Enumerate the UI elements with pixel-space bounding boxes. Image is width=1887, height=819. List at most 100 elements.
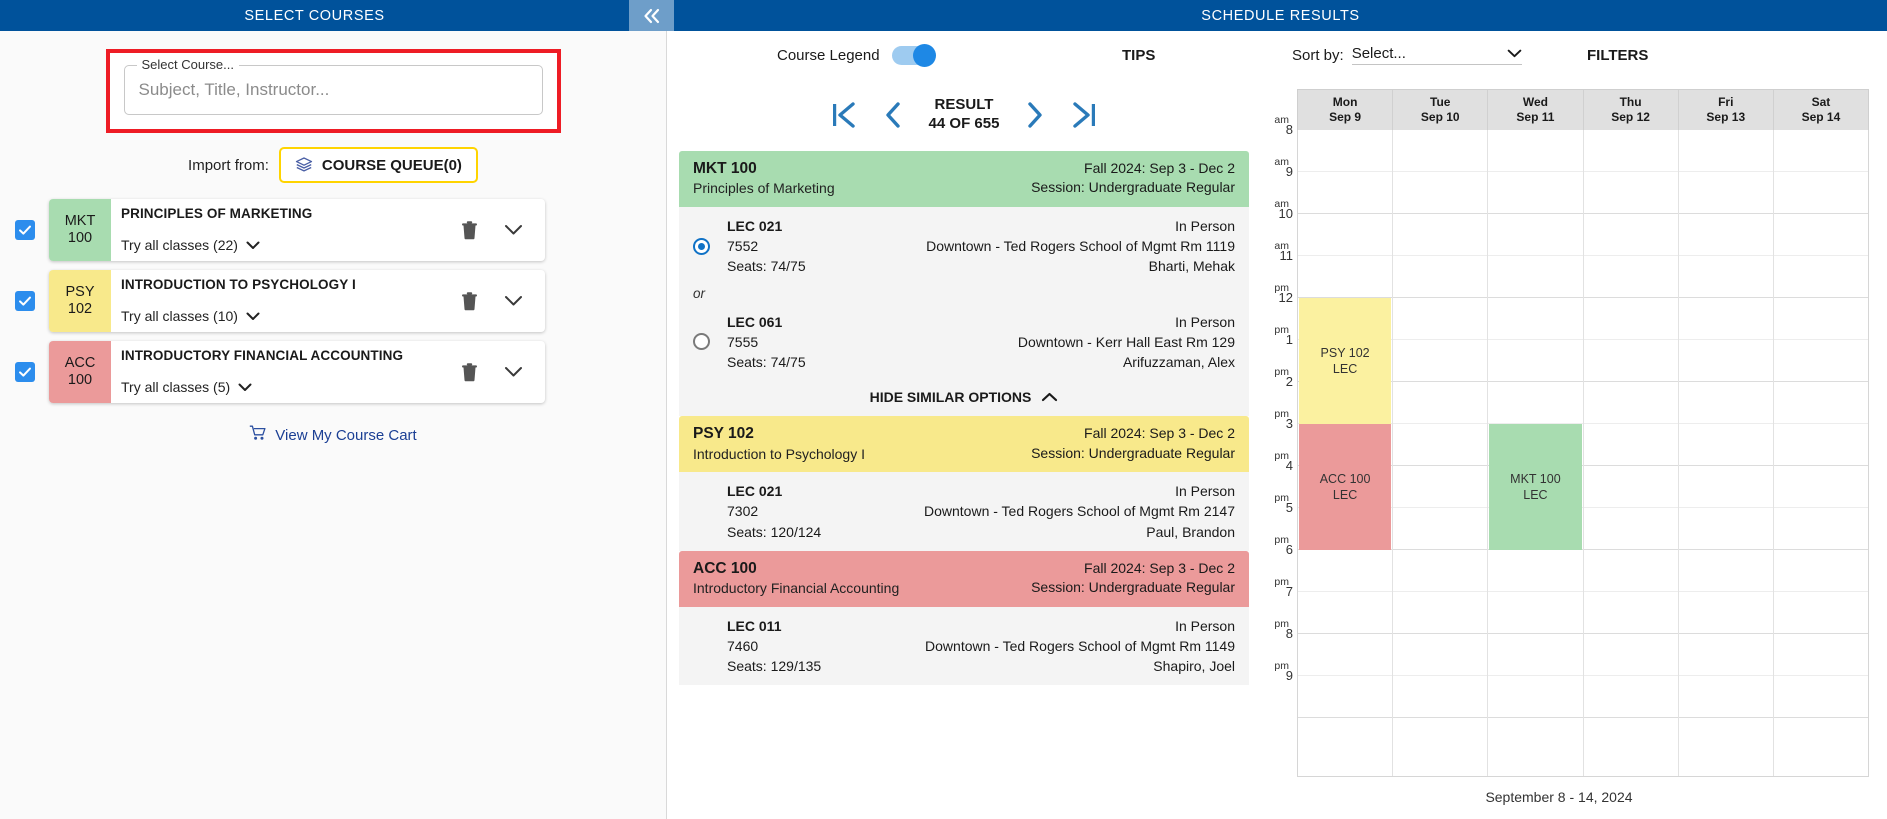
course-legend-label: Course Legend (777, 47, 880, 64)
course-card-acc100[interactable]: ACC 100 INTRODUCTORY FINANCIAL ACCOUNTIN… (49, 341, 545, 403)
try-all-classes-toggle[interactable]: Try all classes (10) (121, 308, 451, 332)
course-card-mkt100[interactable]: MKT 100 PRINCIPLES OF MARKETING Try all … (49, 199, 545, 261)
calendar-hour-slot (1679, 424, 1773, 466)
delete-course-icon[interactable] (461, 221, 478, 240)
try-all-classes-toggle[interactable]: Try all classes (5) (121, 379, 451, 403)
hide-similar-label: HIDE SIMILAR OPTIONS (870, 389, 1032, 405)
hide-similar-options-button[interactable]: HIDE SIMILAR OPTIONS (679, 381, 1249, 416)
calendar-hour-slot (1488, 592, 1582, 634)
calendar-day-column: MKT 100LEC (1487, 130, 1582, 776)
course-subject: PSY (65, 284, 94, 301)
section-radio-col (693, 312, 727, 373)
calendar-hour-slot (1584, 508, 1678, 550)
result-term: Fall 2024: Sep 3 - Dec 2 (1031, 159, 1235, 178)
event-section-type: LEC (1510, 487, 1561, 503)
expand-course-icon[interactable] (504, 366, 523, 378)
section-row[interactable]: LEC 021 7552 Seats: 74/75 In Person Down… (679, 207, 1249, 286)
calendar-hour-slot (1584, 340, 1678, 382)
course-card-actions (451, 341, 545, 403)
course-card-psy102[interactable]: PSY 102 INTRODUCTION TO PSYCHOLOGY I Try… (49, 270, 545, 332)
calendar-hour-slot (1679, 172, 1773, 214)
result-term: Fall 2024: Sep 3 - Dec 2 (1031, 424, 1235, 443)
calendar-hour-slot (1584, 592, 1678, 634)
calendar-hour-slot (1584, 214, 1678, 256)
course-title: PRINCIPLES OF MARKETING (121, 206, 451, 221)
section-location: Downtown - Ted Rogers School of Mgmt Rm … (806, 236, 1235, 256)
calendar-day-column (1773, 130, 1868, 776)
calendar-hour-slot (1774, 214, 1868, 256)
course-card-actions (451, 270, 545, 332)
expand-course-icon[interactable] (504, 224, 523, 236)
course-queue-button[interactable]: COURSE QUEUE(0) (279, 147, 478, 183)
course-checkbox-psy102[interactable] (15, 291, 35, 311)
course-legend-toggle[interactable] (892, 46, 934, 65)
section-lec: LEC 061 (727, 312, 806, 332)
calendar-hour-slot (1393, 340, 1487, 382)
try-all-classes-toggle[interactable]: Try all classes (22) (121, 237, 451, 261)
try-all-label: Try all classes (22) (121, 237, 238, 253)
section-location: Downtown - Kerr Hall East Rm 129 (806, 332, 1235, 352)
section-instructor: Bharti, Mehak (806, 256, 1235, 276)
result-term: Fall 2024: Sep 3 - Dec 2 (1031, 559, 1235, 578)
next-result-icon[interactable] (1025, 100, 1045, 130)
first-result-icon[interactable] (831, 100, 857, 130)
section-radio-selected[interactable] (693, 238, 710, 255)
calendar-hour-slot (1679, 592, 1773, 634)
section-instructor: Paul, Brandon (821, 522, 1235, 542)
expand-course-icon[interactable] (504, 295, 523, 307)
calendar-body: 8 am9 am10 am11 am12 pm1 pm2 pm3 pm4 pm5… (1249, 89, 1869, 777)
section-left: LEC 011 7460 Seats: 129/135 (727, 616, 821, 677)
select-course-field[interactable]: Select Course... (124, 65, 543, 115)
import-from-label: Import from: (188, 157, 269, 174)
calendar-day-date: Sep 13 (1706, 110, 1745, 125)
tips-button[interactable]: TIPS (1122, 47, 1155, 64)
main-body: Select Course... Import from: COURSE QUE… (0, 31, 1887, 819)
view-course-cart-link[interactable]: View My Course Cart (0, 425, 666, 445)
calendar-day-column (1678, 130, 1773, 776)
calendar-hour-slot (1393, 592, 1487, 634)
section-seats: Seats: 120/124 (727, 522, 821, 542)
checkmark-icon (18, 365, 32, 379)
calendar-hour-slot (1679, 298, 1773, 340)
calendar-event-psy102[interactable]: PSY 102LEC (1299, 298, 1391, 424)
calendar-hour-slot (1298, 634, 1392, 676)
delete-course-icon[interactable] (461, 292, 478, 311)
calendar-hour-slot (1393, 172, 1487, 214)
course-checkbox-acc100[interactable] (15, 362, 35, 382)
section-row[interactable]: LEC 011 7460 Seats: 129/135 In Person Do… (679, 607, 1249, 686)
sort-by-select[interactable]: Select... (1352, 45, 1522, 65)
calendar-hour-slot (1679, 508, 1773, 550)
calendar-hour-slot (1774, 592, 1868, 634)
section-radio-unselected[interactable] (693, 333, 710, 350)
result-sections: LEC 021 7302 Seats: 120/124 In Person Do… (679, 472, 1249, 551)
section-left: LEC 021 7302 Seats: 120/124 (727, 481, 821, 542)
toggle-knob (913, 44, 936, 67)
calendar-hour-slot (1584, 466, 1678, 508)
last-result-icon[interactable] (1071, 100, 1097, 130)
results-body: RESULT 44 OF 655 (667, 79, 1887, 819)
calendar-event-mkt100[interactable]: MKT 100LEC (1489, 424, 1581, 550)
stack-layers-icon (295, 156, 313, 174)
chevron-down-icon (1507, 46, 1522, 61)
top-bar: SELECT COURSES SCHEDULE RESULTS (0, 0, 1887, 31)
course-code-badge: PSY 102 (49, 270, 111, 332)
result-card-title-group: MKT 100 Principles of Marketing (693, 159, 835, 198)
result-card-acc100: ACC 100 Introductory Financial Accountin… (679, 551, 1249, 686)
section-seats: Seats: 129/135 (727, 656, 821, 676)
filters-button[interactable]: FILTERS (1587, 47, 1648, 64)
course-checkbox-mkt100[interactable] (15, 220, 35, 240)
checkmark-icon (18, 294, 32, 308)
chevron-down-icon (504, 224, 523, 236)
delete-course-icon[interactable] (461, 363, 478, 382)
result-card-mkt100: MKT 100 Principles of Marketing Fall 202… (679, 151, 1249, 416)
section-row[interactable]: LEC 021 7302 Seats: 120/124 In Person Do… (679, 472, 1249, 551)
result-sections: LEC 011 7460 Seats: 129/135 In Person Do… (679, 607, 1249, 686)
search-input[interactable] (125, 66, 542, 114)
collapse-panel-icon[interactable] (629, 0, 674, 31)
result-sections: LEC 021 7552 Seats: 74/75 In Person Down… (679, 207, 1249, 417)
section-row[interactable]: LEC 061 7555 Seats: 74/75 In Person Down… (679, 303, 1249, 382)
calendar-event-acc100[interactable]: ACC 100LEC (1299, 424, 1391, 550)
result-card-header: MKT 100 Principles of Marketing Fall 202… (679, 151, 1249, 207)
previous-result-icon[interactable] (883, 100, 903, 130)
calendar-hour-slot (1488, 634, 1582, 676)
